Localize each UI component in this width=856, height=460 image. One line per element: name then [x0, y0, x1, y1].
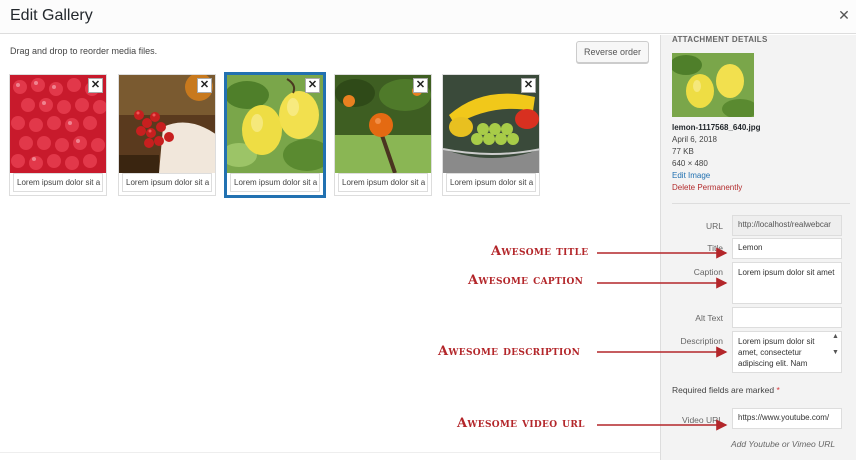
annotation-arrows: [597, 247, 728, 431]
